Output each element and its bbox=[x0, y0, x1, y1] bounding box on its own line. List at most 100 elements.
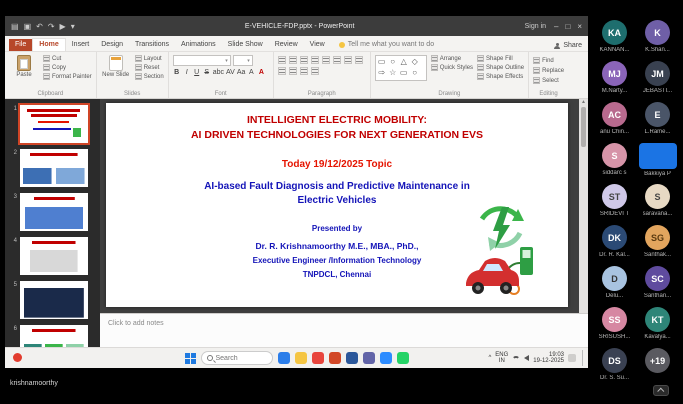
tray-chevron-icon[interactable]: ^ bbox=[488, 355, 491, 361]
participant-tile[interactable]: JMJEBASTI... bbox=[637, 61, 678, 100]
select-button[interactable]: Select bbox=[533, 77, 564, 84]
participant-tile[interactable]: Ssiddarc s bbox=[594, 143, 635, 182]
notes-pane[interactable]: Click to add notes bbox=[100, 313, 588, 333]
numbering-icon[interactable] bbox=[289, 56, 297, 64]
tab-view[interactable]: View bbox=[304, 39, 331, 51]
clock[interactable]: 19:03 19-12-2025 bbox=[533, 352, 564, 365]
volume-icon[interactable] bbox=[524, 355, 529, 361]
slide-thumbnail-row[interactable]: 1 bbox=[11, 105, 96, 143]
find-button[interactable]: Find bbox=[533, 57, 564, 64]
scroll-up-icon[interactable]: ▲ bbox=[581, 99, 586, 105]
tab-transitions[interactable]: Transitions bbox=[129, 39, 175, 51]
layout-button[interactable]: Layout bbox=[135, 55, 164, 62]
participant-tile[interactable]: KTKavalya... bbox=[637, 307, 678, 346]
shape-fill-button[interactable]: Shape Fill bbox=[477, 55, 524, 62]
arrange-button[interactable]: Arrange bbox=[431, 55, 473, 62]
line-spacing-icon[interactable] bbox=[322, 56, 330, 64]
minimize-icon[interactable]: – bbox=[554, 22, 558, 31]
participant-tile[interactable]: EL.Rame... bbox=[637, 102, 678, 141]
shape-effects-button[interactable]: Shape Effects bbox=[477, 73, 524, 80]
font-button-0[interactable]: B bbox=[173, 69, 181, 76]
shape-icon[interactable]: ▭ bbox=[377, 57, 387, 67]
slide-scrollbar[interactable]: ▲ bbox=[579, 99, 588, 313]
font-button-8[interactable]: A bbox=[257, 69, 265, 76]
tab-insert[interactable]: Insert bbox=[66, 39, 96, 51]
slide-thumbnail-row[interactable]: 5 bbox=[11, 281, 96, 319]
participant-tile[interactable]: KK.Shan... bbox=[637, 20, 678, 59]
save-icon[interactable]: ▣ bbox=[24, 22, 32, 31]
font-button-3[interactable]: S bbox=[203, 69, 211, 76]
participant-tile[interactable]: DKDr. R. Kal... bbox=[594, 225, 635, 264]
teams-icon[interactable] bbox=[363, 352, 375, 364]
font-button-7[interactable]: A bbox=[247, 69, 255, 76]
slide-thumbnail-row[interactable]: 4 bbox=[11, 237, 96, 275]
tab-animations[interactable]: Animations bbox=[175, 39, 222, 51]
tell-me-box[interactable]: Tell me what you want to do bbox=[339, 41, 434, 51]
font-button-6[interactable]: Aa bbox=[237, 69, 246, 76]
slide[interactable]: INTELLIGENT ELECTRIC MOBILITY: AI DRIVEN… bbox=[106, 103, 568, 307]
justify-icon[interactable] bbox=[289, 67, 297, 75]
menu-icon[interactable]: ▤ bbox=[11, 22, 19, 31]
replace-button[interactable]: Replace bbox=[533, 67, 564, 74]
shape-icon[interactable]: ◇ bbox=[388, 79, 398, 81]
shape-icon[interactable]: ▭ bbox=[399, 68, 409, 78]
start-button[interactable] bbox=[185, 353, 196, 364]
share-button[interactable]: Share bbox=[554, 42, 582, 49]
participant-tile[interactable]: MJM.Narty... bbox=[594, 61, 635, 100]
tab-review[interactable]: Review bbox=[269, 39, 304, 51]
section-button[interactable]: Section bbox=[135, 73, 164, 80]
slide-thumbnail[interactable] bbox=[20, 105, 88, 143]
participant-tile[interactable]: +19 bbox=[637, 348, 678, 387]
tab-design[interactable]: Design bbox=[95, 39, 129, 51]
participant-tile[interactable]: SSSRISUSH... bbox=[594, 307, 635, 346]
undo-icon[interactable]: ↶ bbox=[36, 22, 43, 31]
indent-decrease-icon[interactable] bbox=[300, 56, 308, 64]
shape-icon[interactable]: △ bbox=[377, 79, 387, 81]
shape-icon[interactable]: △ bbox=[399, 57, 409, 67]
powerpoint-icon[interactable] bbox=[329, 352, 341, 364]
slide-thumbnail-row[interactable]: 2 bbox=[11, 149, 96, 187]
slide-thumbnail[interactable] bbox=[20, 237, 88, 275]
shape-icon[interactable]: ○ bbox=[410, 68, 420, 78]
participant-tile[interactable]: SCSanthan... bbox=[637, 266, 678, 305]
start-slideshow-icon[interactable]: ▶ bbox=[60, 22, 66, 31]
quick-styles-button[interactable]: Quick Styles bbox=[431, 64, 473, 71]
shape-outline-button[interactable]: Shape Outline bbox=[477, 64, 524, 71]
shape-icon[interactable]: ☆ bbox=[388, 68, 398, 78]
font-size-select[interactable]: ▾ bbox=[233, 55, 253, 66]
bullets-icon[interactable] bbox=[278, 56, 286, 64]
notifications-icon[interactable] bbox=[568, 354, 576, 362]
copy-button[interactable]: Copy bbox=[43, 64, 92, 71]
participant-tile[interactable]: KAKANNAN... bbox=[594, 20, 635, 59]
shape-icon[interactable]: ○ bbox=[388, 57, 398, 67]
wifi-icon[interactable] bbox=[512, 356, 520, 364]
cut-button[interactable]: Cut bbox=[43, 55, 92, 62]
participant-tile[interactable]: Ssaravana... bbox=[637, 184, 678, 223]
indent-increase-icon[interactable] bbox=[311, 56, 319, 64]
search-input[interactable] bbox=[216, 355, 266, 362]
shape-icon[interactable]: ◇ bbox=[410, 57, 420, 67]
show-desktop-button[interactable] bbox=[582, 350, 584, 366]
shape-icon[interactable]: ⇨ bbox=[377, 68, 387, 78]
chrome-icon[interactable] bbox=[312, 352, 324, 364]
text-direction-icon[interactable] bbox=[333, 56, 341, 64]
edge-icon[interactable] bbox=[278, 352, 290, 364]
word-icon[interactable] bbox=[346, 352, 358, 364]
slide-thumbnail[interactable] bbox=[20, 193, 88, 231]
participant-tile[interactable]: ACanu Chin... bbox=[594, 102, 635, 141]
slide-thumbnail-row[interactable]: 3 bbox=[11, 193, 96, 231]
font-button-2[interactable]: U bbox=[193, 69, 201, 76]
font-button-5[interactable]: AV bbox=[226, 69, 235, 76]
file-explorer-icon[interactable] bbox=[295, 352, 307, 364]
sign-in-button[interactable]: Sign in bbox=[525, 23, 546, 30]
whatsapp-icon[interactable] bbox=[397, 352, 409, 364]
close-icon[interactable]: × bbox=[577, 22, 582, 31]
format-painter-button[interactable]: Format Painter bbox=[43, 73, 92, 80]
reset-button[interactable]: Reset bbox=[135, 64, 164, 71]
scrollbar-thumb[interactable] bbox=[581, 107, 586, 147]
taskbar-search[interactable] bbox=[201, 351, 273, 365]
align-right-icon[interactable] bbox=[278, 67, 286, 75]
meeting-controls-button[interactable] bbox=[653, 385, 669, 396]
font-button-1[interactable]: I bbox=[183, 69, 191, 76]
participant-tile[interactable]: Bakkiya P bbox=[637, 143, 678, 182]
